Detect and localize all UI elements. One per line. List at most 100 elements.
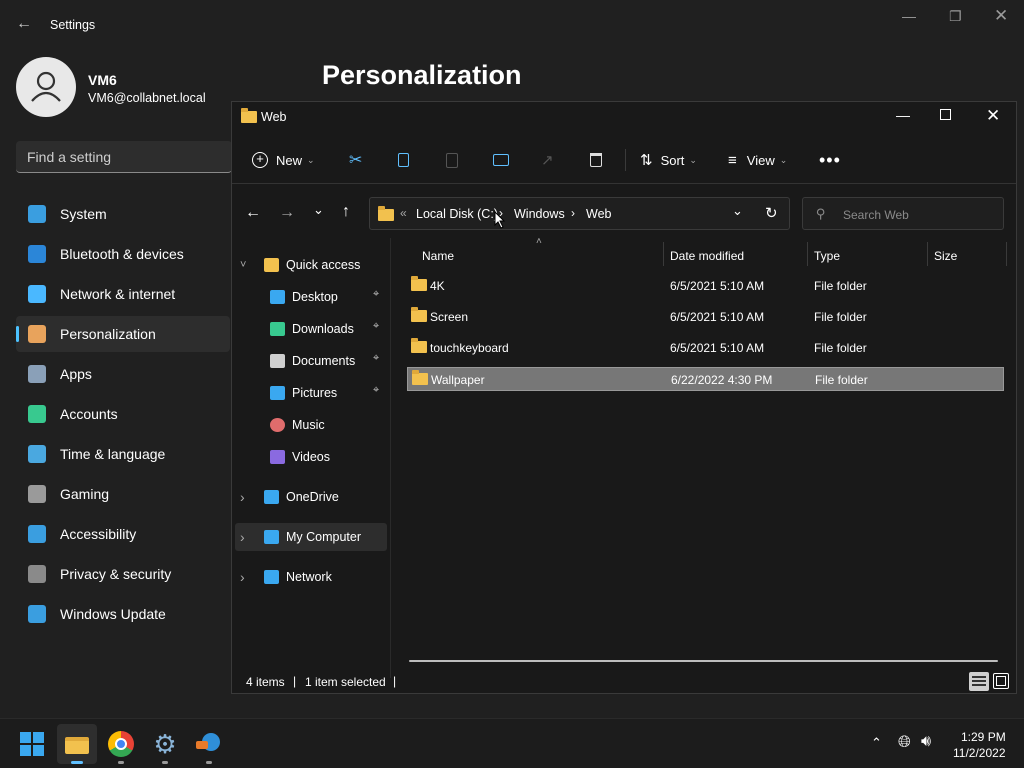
nav-item-network-internet[interactable]: Network & internet: [16, 276, 230, 312]
nav-item-accounts[interactable]: Accounts: [16, 396, 230, 432]
clock-time[interactable]: 1:29 PM: [961, 730, 1006, 744]
breadcrumb-local-disk[interactable]: Local Disk (C:): [416, 207, 498, 221]
tree-item-network[interactable]: › Network: [240, 563, 332, 591]
volume-icon[interactable]: 🔊︎: [921, 733, 931, 751]
table-row[interactable]: Wallpaper 6/22/2022 4:30 PM File folder: [407, 367, 1004, 391]
column-header-type[interactable]: Type: [814, 249, 840, 263]
sort-label: Sort: [660, 152, 685, 168]
file-explorer-taskbar-button[interactable]: [57, 724, 97, 764]
nav-item-time-language[interactable]: Time & language: [16, 436, 230, 472]
back-arrow-icon[interactable]: ←: [16, 15, 32, 33]
maximize-button[interactable]: [940, 109, 951, 120]
breadcrumb-web[interactable]: Web: [586, 207, 611, 221]
collapsed-chevron-icon[interactable]: ›: [240, 529, 254, 545]
network-globe-icon[interactable]: [196, 731, 222, 757]
tree-item-label: Downloads: [292, 322, 354, 336]
windows-start-icon[interactable]: [20, 732, 44, 756]
tree-item-pictures[interactable]: Pictures: [270, 379, 337, 407]
rename-icon[interactable]: [493, 147, 509, 173]
nav-item-accessibility[interactable]: Accessibility: [16, 516, 230, 552]
close-button[interactable]: ✕: [986, 106, 1000, 126]
cut-icon[interactable]: ✂: [349, 147, 362, 173]
tree-item-music[interactable]: Music: [270, 411, 325, 439]
forward-arrow-icon[interactable]: →: [279, 204, 295, 222]
accessibility-icon: [28, 525, 46, 543]
up-arrow-icon[interactable]: ↑: [342, 203, 350, 221]
nav-item-system[interactable]: System: [16, 196, 230, 232]
pin-icon[interactable]: ⌖: [373, 352, 379, 365]
restore-button[interactable]: ❐: [949, 8, 962, 25]
tree-item-my-computer[interactable]: › My Computer: [240, 523, 361, 551]
tree-item-onedrive[interactable]: › OneDrive: [240, 483, 339, 511]
horizontal-scrollbar[interactable]: [409, 660, 998, 662]
nav-item-windows-update[interactable]: Windows Update: [16, 596, 230, 632]
column-separator: [663, 242, 664, 266]
table-row[interactable]: 4K 6/5/2021 5:10 AM File folder: [407, 274, 1004, 298]
column-header-size[interactable]: Size: [934, 249, 957, 263]
share-icon[interactable]: ↗: [541, 147, 554, 173]
details-view-icon[interactable]: [969, 672, 989, 691]
show-hidden-icons-icon[interactable]: ⌃: [871, 735, 882, 751]
tree-item-videos[interactable]: Videos: [270, 443, 330, 471]
nav-item-bluetooth-devices[interactable]: Bluetooth & devices: [16, 236, 230, 272]
nav-item-label: Bluetooth & devices: [60, 246, 184, 262]
system-icon: [28, 205, 46, 223]
settings-gear-icon[interactable]: ⚙: [152, 731, 178, 757]
tree-item-desktop[interactable]: Desktop: [270, 283, 338, 311]
back-arrow-icon[interactable]: ←: [245, 204, 261, 222]
chevron-down-icon: ⌄: [307, 154, 315, 165]
chrome-icon[interactable]: [108, 731, 134, 757]
toolbar-divider: [625, 149, 626, 171]
search-input[interactable]: ⚲ Search Web: [802, 197, 1004, 230]
refresh-icon[interactable]: ↻: [765, 204, 778, 222]
view-button[interactable]: ≡ View ⌄: [728, 147, 787, 173]
file-name: Wallpaper: [431, 373, 485, 387]
pin-icon[interactable]: ⌖: [373, 288, 379, 301]
overflow-chevron-icon[interactable]: «: [400, 206, 407, 220]
breadcrumb-windows[interactable]: Windows: [514, 207, 565, 221]
paste-icon[interactable]: [446, 147, 458, 173]
clock-date[interactable]: 11/2/2022: [953, 746, 1006, 760]
collapsed-chevron-icon[interactable]: ›: [240, 569, 254, 585]
table-row[interactable]: Screen 6/5/2021 5:10 AM File folder: [407, 305, 1004, 329]
file-date: 6/5/2021 5:10 AM: [670, 310, 765, 324]
address-dropdown-icon[interactable]: ⌄: [732, 203, 743, 219]
pin-icon[interactable]: ⌖: [373, 320, 379, 333]
globe-network-icon[interactable]: 🌐︎: [898, 734, 911, 752]
close-button[interactable]: ✕: [994, 6, 1008, 26]
column-header-name[interactable]: Name: [422, 249, 454, 263]
find-setting-input[interactable]: Find a setting: [16, 141, 232, 173]
minimize-button[interactable]: —: [902, 8, 916, 24]
more-options-icon[interactable]: •••: [819, 147, 841, 173]
tree-item-downloads[interactable]: Downloads: [270, 315, 354, 343]
recent-locations-icon[interactable]: ⌄: [313, 202, 324, 218]
tree-item-quick-access[interactable]: ˅ Quick access: [240, 251, 360, 279]
nav-item-privacy-security[interactable]: Privacy & security: [16, 556, 230, 592]
videos-icon: [270, 450, 285, 464]
page-title: Personalization: [322, 60, 522, 90]
sort-button[interactable]: ⇅ Sort ⌄: [640, 147, 697, 173]
nav-item-apps[interactable]: Apps: [16, 356, 230, 392]
collapsed-chevron-icon[interactable]: ›: [240, 489, 254, 505]
copy-icon[interactable]: [398, 147, 409, 173]
nav-item-personalization[interactable]: Personalization: [16, 316, 230, 352]
expanded-chevron-icon[interactable]: ˅: [240, 259, 254, 271]
pin-icon[interactable]: ⌖: [373, 384, 379, 397]
tree-item-documents[interactable]: Documents: [270, 347, 355, 375]
settings-title: Settings: [50, 18, 96, 32]
address-bar[interactable]: « Local Disk (C:) › Windows › Web ⌄ ↻: [369, 197, 790, 230]
mouse-cursor-icon: [494, 211, 506, 229]
minimize-button[interactable]: —: [896, 107, 910, 123]
avatar[interactable]: [16, 57, 76, 117]
person-icon: [28, 405, 46, 423]
new-button[interactable]: + New ⌄: [252, 147, 315, 173]
chevron-down-icon: ⌄: [689, 154, 697, 165]
delete-icon[interactable]: [590, 147, 602, 173]
tiles-view-icon[interactable]: [993, 673, 1009, 689]
breadcrumb-separator-icon[interactable]: ›: [571, 206, 575, 220]
title-bar: Web — ✕: [232, 102, 1016, 132]
table-row[interactable]: touchkeyboard 6/5/2021 5:10 AM File folder: [407, 336, 1004, 360]
folder-icon: [241, 108, 257, 123]
nav-item-gaming[interactable]: Gaming: [16, 476, 230, 512]
column-header-date[interactable]: Date modified: [670, 249, 744, 263]
